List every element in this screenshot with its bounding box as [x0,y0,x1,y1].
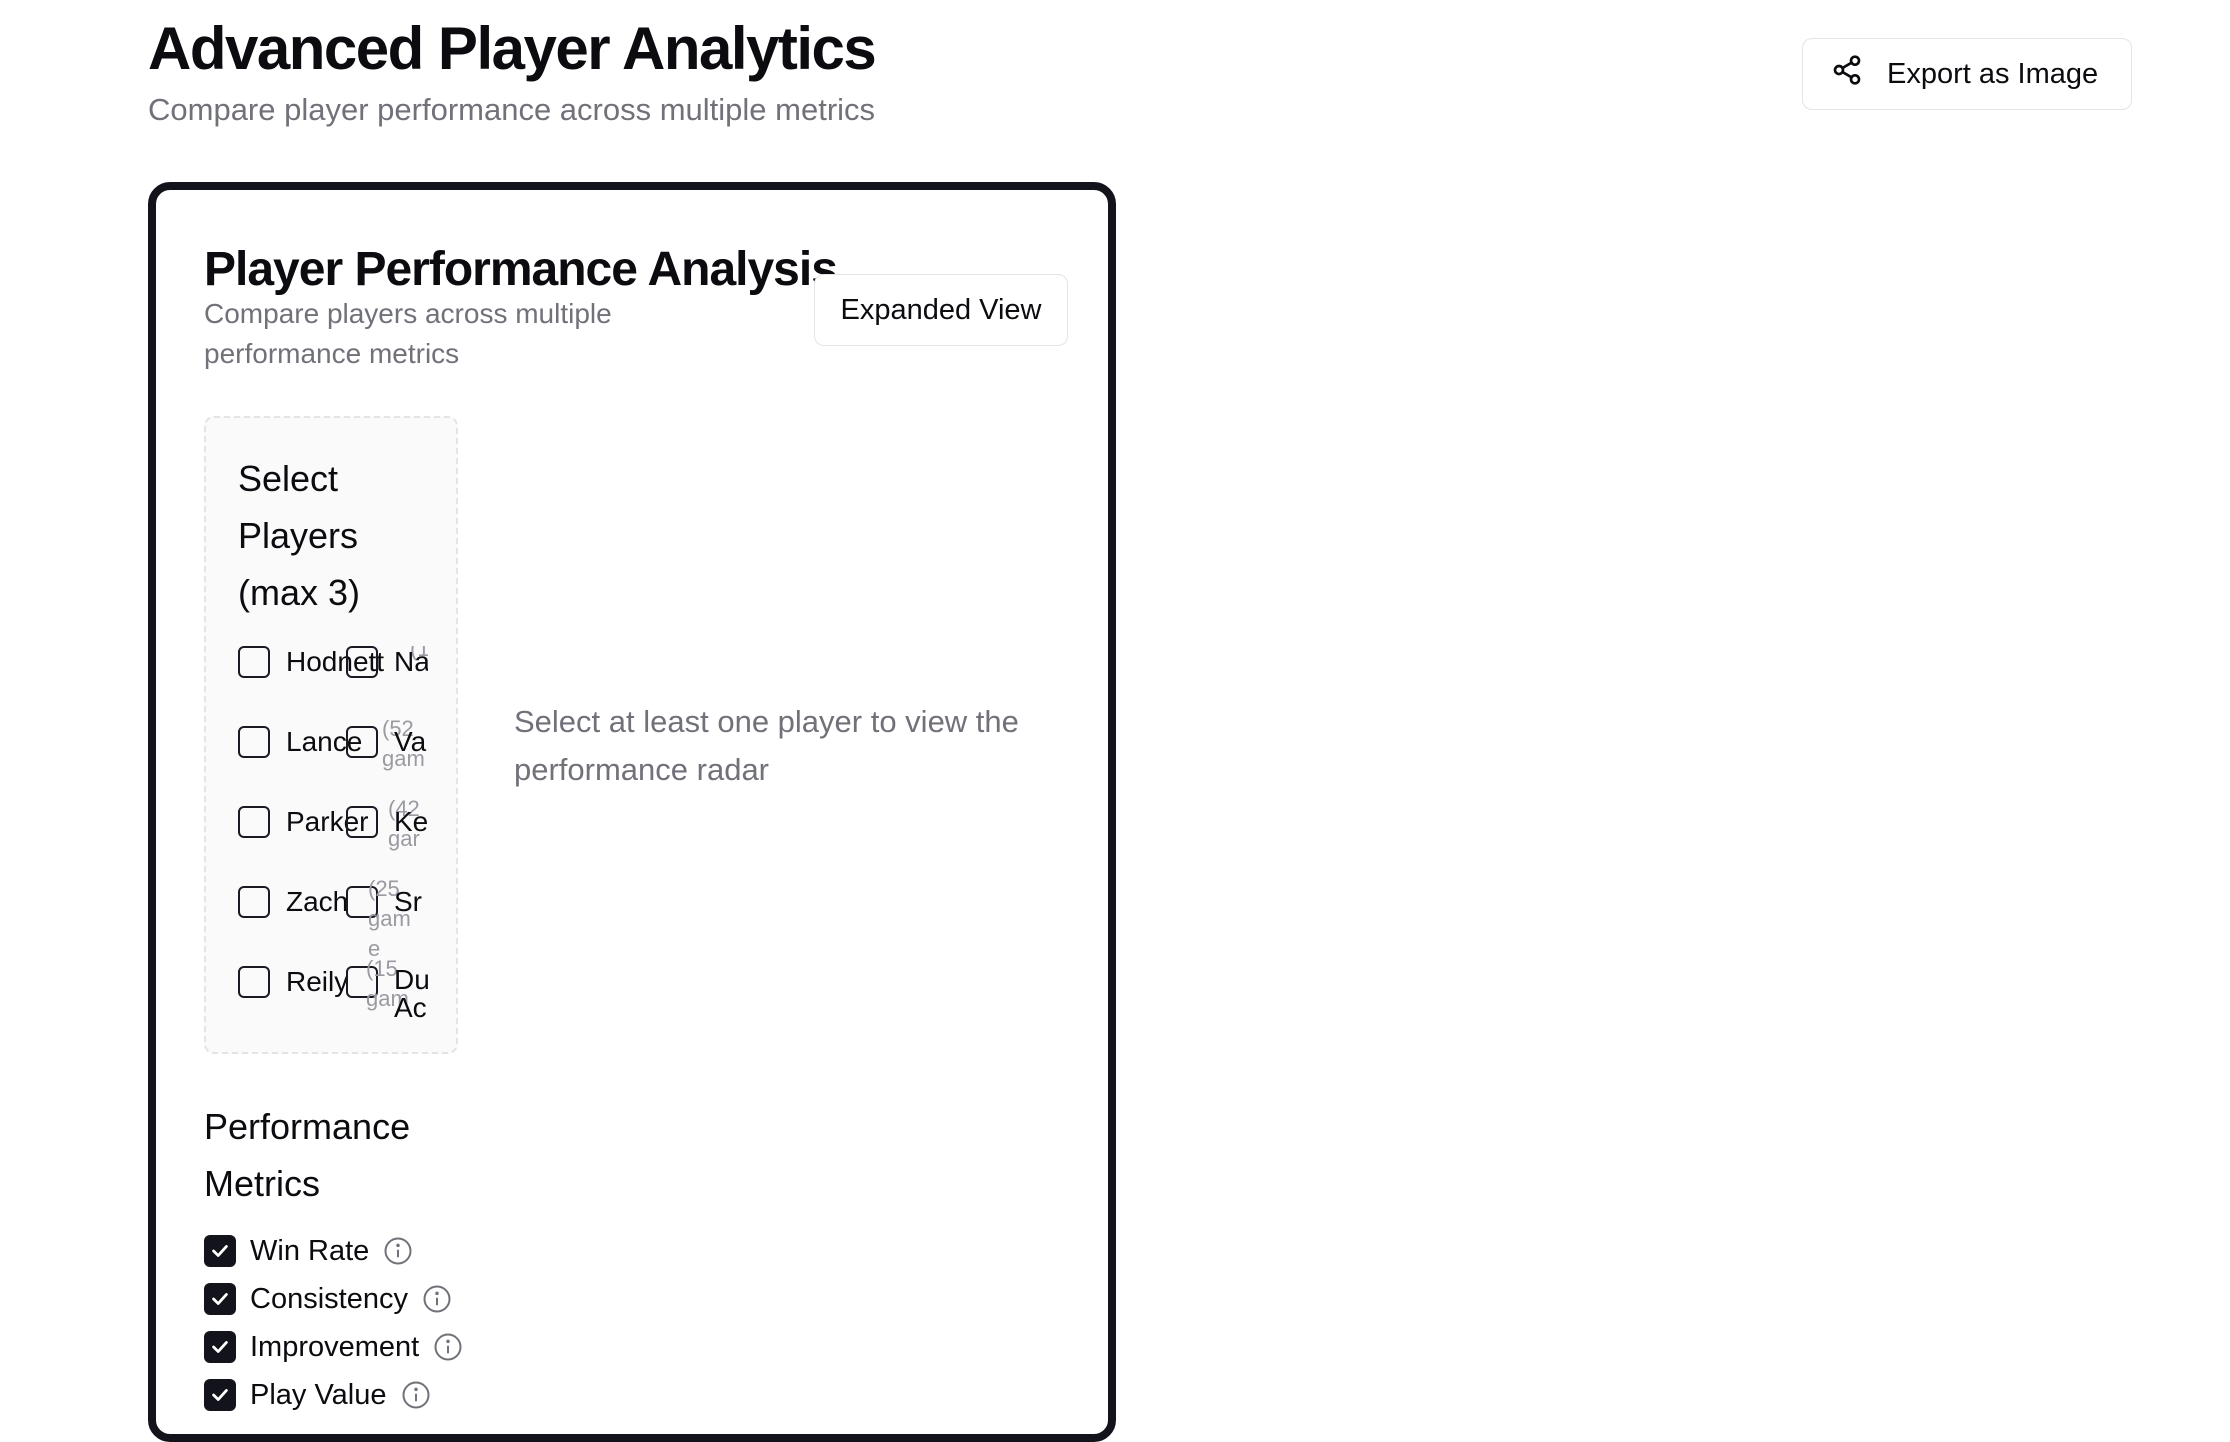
metric-option[interactable]: Improvement [204,1330,463,1364]
player-name: Du Ac [394,964,428,1023]
metric-option[interactable]: Play Value [204,1378,431,1412]
check-icon [212,1341,228,1353]
check-icon [212,1245,228,1257]
info-icon[interactable] [401,1380,431,1410]
card-title: Player Performance Analysis [204,243,838,296]
page-title: Advanced Player Analytics [148,15,877,82]
player-name: Reily [286,966,349,997]
metrics-title: Performance Metrics [204,1106,411,1204]
player-checkbox[interactable] [238,886,270,918]
player-checkbox[interactable] [238,646,270,678]
metric-checkbox[interactable] [204,1235,236,1267]
export-button-label: Export as Image [1887,57,2099,90]
player-checkbox[interactable] [346,646,378,678]
player-name: Na [394,646,428,677]
info-icon[interactable] [383,1236,413,1266]
player-checkbox[interactable] [238,966,270,998]
player-name: Va [394,726,427,757]
info-icon[interactable] [433,1332,463,1362]
empty-state-message: Select at least one player to view the p… [514,704,1019,787]
card-description: Compare players across multiple performa… [204,298,612,369]
metric-checkbox[interactable] [204,1379,236,1411]
share-icon [1831,54,1863,94]
player-checkbox[interactable] [346,806,378,838]
player-name: Ke [394,806,428,837]
metric-label: Play Value [250,1378,387,1411]
player-select-title: Select Players (max 3) [238,458,361,613]
player-row: Hodnett (1 g Na [238,646,428,686]
player-row: Reily (15 gam Du Ac [238,956,428,1022]
player-row: Lance (52 gam Va [238,716,428,771]
player-row: Parker (42 gar Ke [238,796,428,851]
performance-card: Player Performance Analysis Compare play… [148,182,1116,1442]
metric-option[interactable]: Win Rate [204,1234,413,1268]
metric-option[interactable]: Consistency [204,1282,452,1316]
player-list: Hodnett (1 g Na Lance (52 gam Va Parker … [238,646,428,1046]
player-checkbox[interactable] [238,806,270,838]
player-row: Zach (25 game Sr [238,876,428,961]
player-checkbox[interactable] [238,726,270,758]
player-select-panel: Select Players (max 3) Hodnett (1 g Na L… [204,416,458,1054]
metric-label: Improvement [250,1330,420,1363]
metric-checkbox[interactable] [204,1331,236,1363]
metric-label: Consistency [250,1282,408,1315]
player-checkbox[interactable] [346,726,378,758]
check-icon [212,1293,228,1305]
metric-checkbox[interactable] [204,1283,236,1315]
metric-label: Win Rate [250,1234,370,1267]
info-icon[interactable] [422,1284,452,1314]
player-name: Sr [394,886,422,917]
expanded-view-button[interactable]: Expanded View [814,274,1068,346]
check-icon [212,1389,228,1401]
export-image-button[interactable]: Export as Image [1802,38,2132,110]
page-subtitle: Compare player performance across multip… [148,92,876,127]
player-name: Zach [286,886,349,917]
